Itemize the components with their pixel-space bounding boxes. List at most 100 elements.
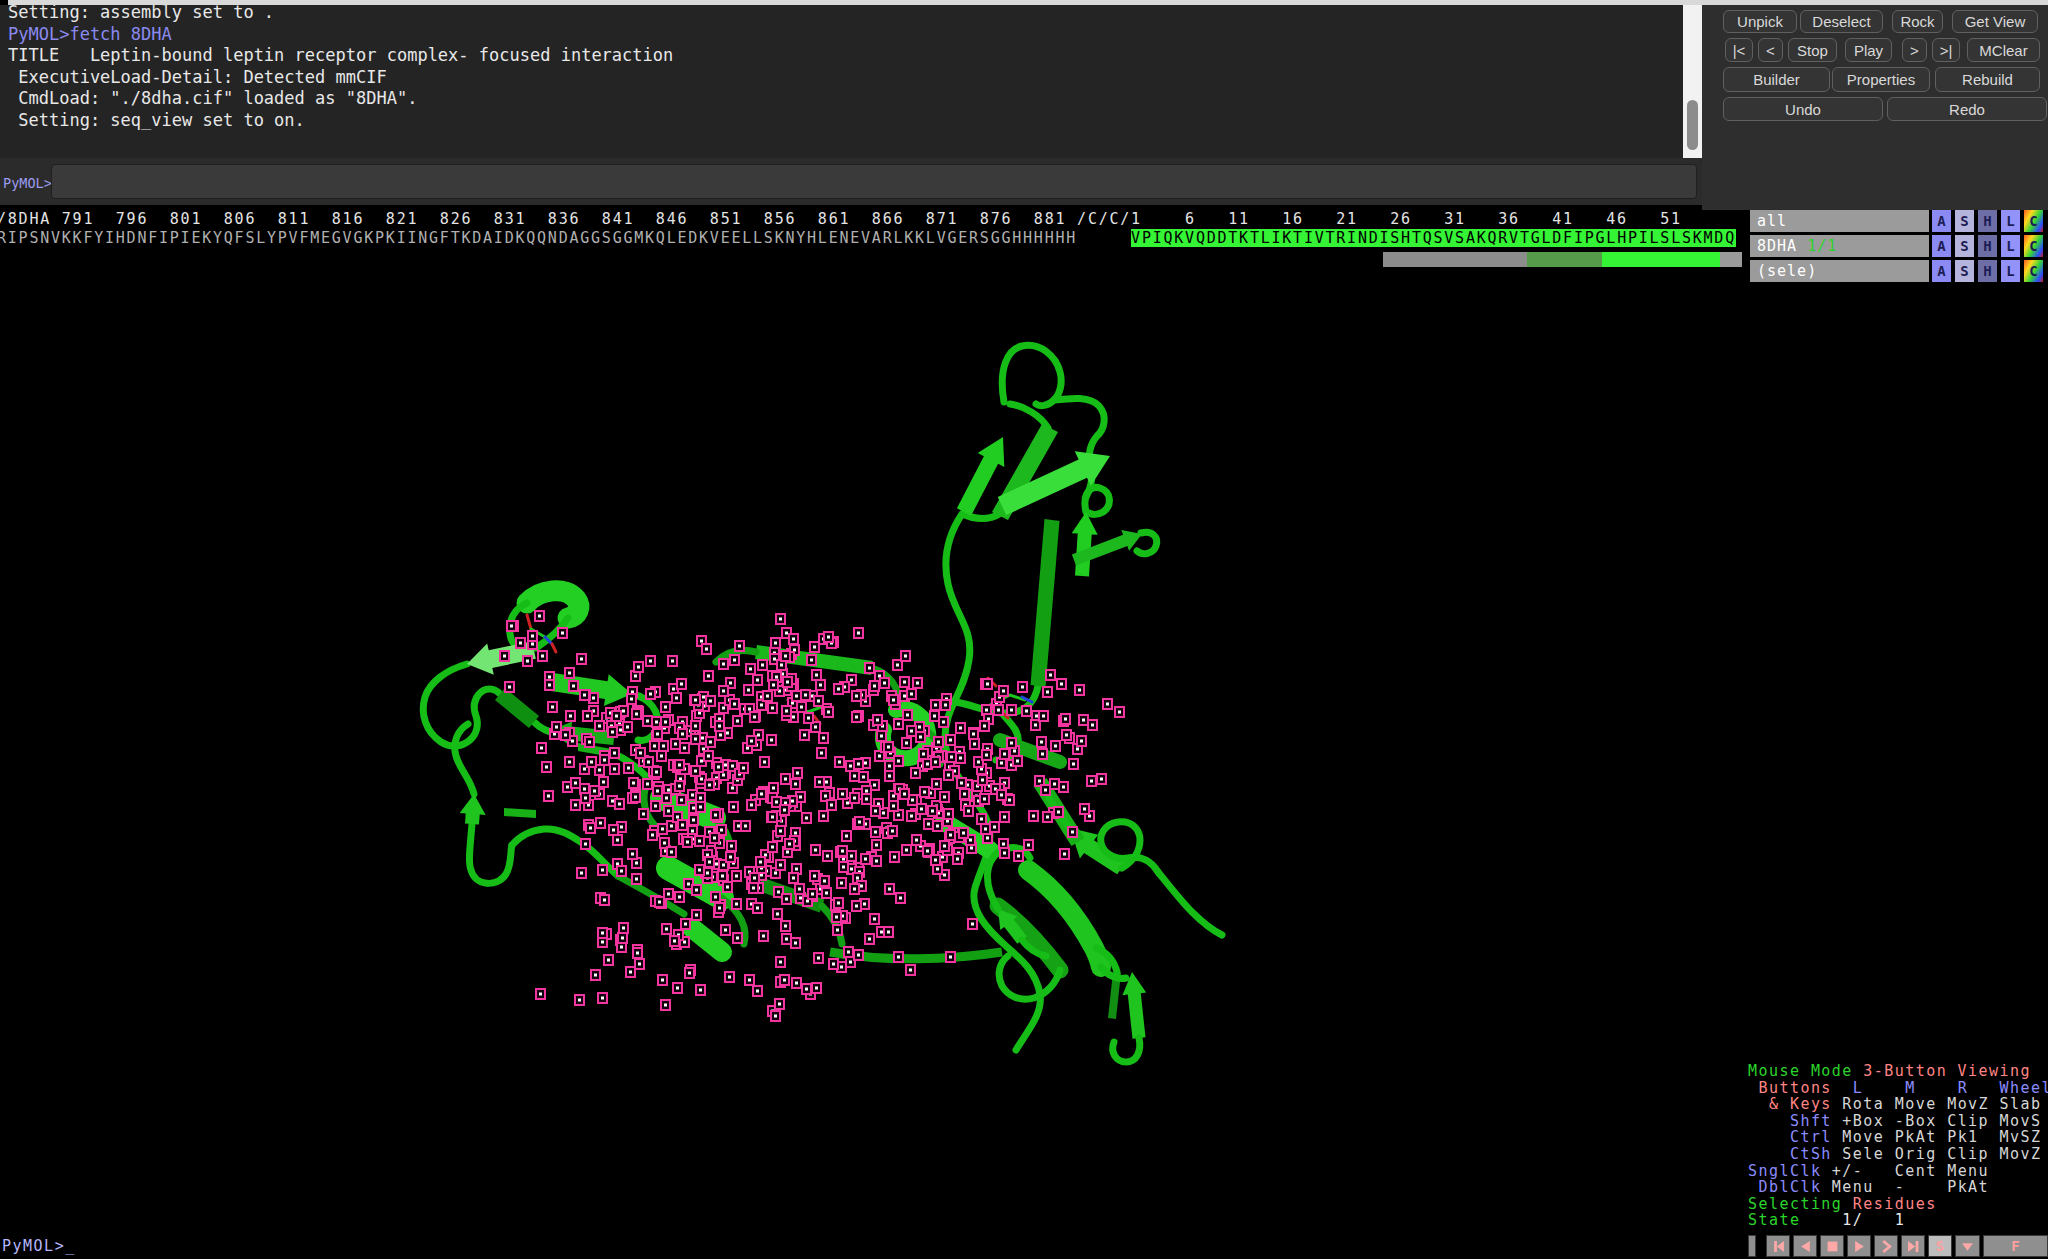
- water-molecule[interactable]: [583, 711, 592, 721]
- water-molecule[interactable]: [715, 721, 724, 731]
- water-molecule[interactable]: [771, 638, 780, 648]
- water-molecule[interactable]: [1000, 848, 1009, 858]
- water-molecule[interactable]: [852, 712, 861, 722]
- water-molecule[interactable]: [903, 710, 912, 720]
- water-molecule[interactable]: [990, 822, 999, 832]
- water-molecule[interactable]: [811, 845, 820, 855]
- water-molecule[interactable]: [791, 938, 800, 948]
- water-molecule[interactable]: [885, 884, 894, 894]
- playback-s-mode-button[interactable]: S: [1928, 1235, 1952, 1257]
- water-molecule[interactable]: [769, 680, 778, 690]
- water-molecule[interactable]: [833, 925, 842, 935]
- water-molecule[interactable]: [969, 729, 978, 739]
- water-molecule[interactable]: [775, 999, 784, 1009]
- object-sele-menu-H[interactable]: H: [1978, 260, 1997, 282]
- water-molecule[interactable]: [658, 824, 667, 834]
- water-molecule[interactable]: [596, 818, 605, 828]
- water-molecule[interactable]: [631, 792, 640, 802]
- water-molecule[interactable]: [634, 662, 643, 672]
- playback-step-back-button[interactable]: [1793, 1235, 1817, 1257]
- water-molecule[interactable]: [746, 664, 755, 674]
- object-all-menu-A[interactable]: A: [1932, 210, 1951, 232]
- water-molecule[interactable]: [884, 927, 893, 937]
- sequence-chain-c[interactable]: RIPSNVKKFYIHDNFIPIEKYQFSLYPVFMEGVGKPKIIN…: [0, 229, 1077, 247]
- object-sele-menu-L[interactable]: L: [2001, 260, 2020, 282]
- water-molecule[interactable]: [1043, 812, 1052, 822]
- water-molecule[interactable]: [730, 699, 739, 709]
- sequence-scrollbar-segment[interactable]: [1602, 252, 1720, 267]
- water-molecule[interactable]: [902, 738, 911, 748]
- water-molecule[interactable]: [691, 721, 700, 731]
- water-molecule[interactable]: [981, 824, 990, 834]
- water-molecule[interactable]: [763, 691, 772, 701]
- water-molecule[interactable]: [947, 752, 956, 762]
- water-molecule[interactable]: [565, 757, 574, 767]
- water-molecule[interactable]: [633, 948, 642, 958]
- playback-stop-button[interactable]: [1820, 1235, 1844, 1257]
- water-molecule[interactable]: [571, 800, 580, 810]
- water-molecule[interactable]: [714, 762, 723, 772]
- water-molecule[interactable]: [1062, 730, 1071, 740]
- water-molecule[interactable]: [814, 953, 823, 963]
- water-molecule[interactable]: [609, 825, 618, 835]
- water-molecule[interactable]: [852, 691, 861, 701]
- water-molecule[interactable]: [861, 854, 870, 864]
- water-molecule[interactable]: [822, 888, 831, 898]
- water-molecule[interactable]: [706, 696, 715, 706]
- water-molecule[interactable]: [1046, 670, 1055, 680]
- water-molecule[interactable]: [750, 712, 759, 722]
- water-molecule[interactable]: [924, 819, 933, 829]
- water-molecule[interactable]: [946, 952, 955, 962]
- water-molecule[interactable]: [696, 985, 705, 995]
- water-molecule[interactable]: [744, 685, 753, 695]
- water-molecule[interactable]: [810, 871, 819, 881]
- water-molecule[interactable]: [862, 794, 871, 804]
- toolbar-button-getview[interactable]: Get View: [1952, 10, 2038, 33]
- water-molecule[interactable]: [900, 677, 909, 687]
- water-molecule[interactable]: [870, 681, 879, 691]
- water-molecule[interactable]: [768, 703, 777, 713]
- object-entry-sele[interactable]: (sele): [1750, 260, 1929, 282]
- water-molecule[interactable]: [696, 802, 705, 812]
- water-molecule[interactable]: [741, 821, 750, 831]
- water-molecule[interactable]: [940, 792, 949, 802]
- water-molecule[interactable]: [646, 689, 655, 699]
- water-molecule[interactable]: [711, 892, 720, 902]
- water-molecule[interactable]: [940, 841, 949, 851]
- water-molecule[interactable]: [590, 786, 599, 796]
- water-molecule[interactable]: [626, 967, 635, 977]
- toolbar-button-[interactable]: >: [1902, 38, 1927, 62]
- playback-slider-down-button[interactable]: [1955, 1235, 1980, 1257]
- water-molecule[interactable]: [859, 772, 868, 782]
- water-molecules[interactable]: [500, 611, 1124, 1021]
- toolbar-button-[interactable]: <: [1758, 38, 1783, 62]
- water-molecule[interactable]: [870, 914, 879, 924]
- water-molecule[interactable]: [773, 909, 782, 919]
- water-molecule[interactable]: [956, 723, 965, 733]
- water-molecule[interactable]: [920, 787, 929, 797]
- water-molecule[interactable]: [1115, 707, 1124, 717]
- water-molecule[interactable]: [561, 730, 570, 740]
- water-molecule[interactable]: [865, 934, 874, 944]
- object-sele-menu-C[interactable]: C: [2024, 260, 2043, 282]
- sequence-scrollbar-segment[interactable]: [1383, 252, 1527, 267]
- sequence-viewer[interactable]: RIPSNVKKFYIHDNFIPIEKYQFSLYPVFMEGVGKPKIIN…: [0, 228, 1743, 248]
- water-molecule[interactable]: [662, 793, 671, 803]
- water-molecule[interactable]: [970, 739, 979, 749]
- object-8DHA-menu-L[interactable]: L: [2001, 235, 2020, 257]
- water-molecule[interactable]: [854, 628, 863, 638]
- water-molecule[interactable]: [964, 806, 973, 816]
- water-molecule[interactable]: [871, 827, 880, 837]
- water-molecule[interactable]: [635, 959, 644, 969]
- water-molecule[interactable]: [725, 972, 734, 982]
- sequence-scrollbar-segment[interactable]: [1527, 252, 1602, 267]
- water-molecule[interactable]: [753, 903, 762, 913]
- water-molecule[interactable]: [829, 959, 838, 969]
- water-molecule[interactable]: [695, 836, 704, 846]
- water-molecule[interactable]: [1041, 785, 1050, 795]
- water-molecule[interactable]: [636, 748, 645, 758]
- object-8DHA-menu-C[interactable]: C: [2024, 235, 2043, 257]
- toolbar-button-undo[interactable]: Undo: [1723, 97, 1883, 121]
- water-molecule[interactable]: [1077, 736, 1086, 746]
- water-molecule[interactable]: [850, 771, 859, 781]
